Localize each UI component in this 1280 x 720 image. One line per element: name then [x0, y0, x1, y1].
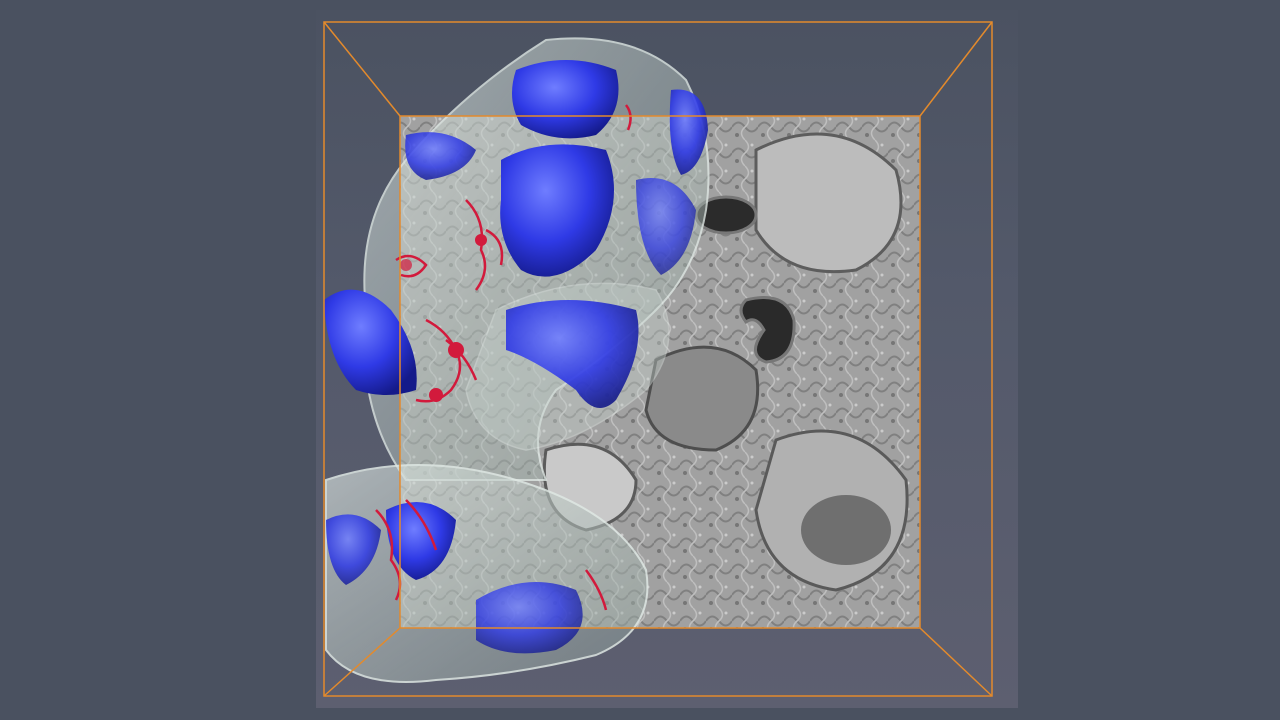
3d-viewport[interactable]	[316, 10, 1018, 708]
render-canvas	[323, 21, 993, 697]
em-nucleus	[801, 495, 891, 565]
em-cell-1	[754, 132, 903, 274]
nucleus-1	[512, 60, 619, 139]
nucleus-10	[476, 582, 583, 654]
